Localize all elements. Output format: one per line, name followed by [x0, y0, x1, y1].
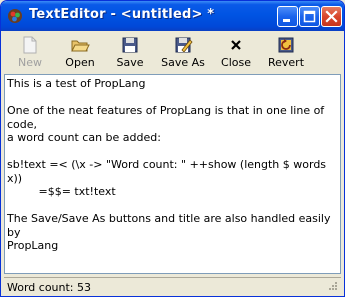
revert-button-label: Revert — [267, 56, 305, 69]
revert-button[interactable]: Revert — [261, 31, 311, 73]
close-button[interactable]: Close — [211, 31, 261, 73]
close-x-icon — [231, 40, 241, 50]
minimize-icon — [283, 19, 290, 22]
minimize-button[interactable] — [277, 6, 298, 27]
save-button[interactable]: Save — [105, 31, 155, 73]
save-as-button[interactable]: Save As — [155, 31, 211, 73]
text-editor-window: TextEditor - <untitled> * New Open Save … — [0, 0, 345, 297]
new-document-icon — [23, 36, 37, 54]
editor-line — [7, 199, 338, 213]
editor-line: PropLang — [7, 239, 59, 252]
open-button[interactable]: Open — [55, 31, 105, 73]
status-bar: Word count: 53 — [4, 277, 341, 295]
toolbar: New Open Save Save As Close Revert — [5, 31, 340, 73]
resize-grip-icon[interactable] — [326, 281, 338, 293]
editor-line: One of the neat features of PropLang is … — [7, 104, 328, 131]
title-bar[interactable]: TextEditor - <untitled> * — [1, 1, 344, 31]
save-as-button-label: Save As — [161, 56, 205, 69]
revert-icon — [278, 37, 294, 53]
new-button-label: New — [18, 56, 42, 69]
open-folder-icon — [71, 40, 90, 52]
editor-line: This is a test of PropLang — [7, 77, 146, 90]
floppy-disk-icon — [122, 37, 138, 53]
save-as-icon — [175, 37, 193, 53]
editor-line: sb!text =< (\x -> "Word count: " ++show … — [7, 158, 330, 185]
close-icon — [325, 10, 338, 23]
editor-line — [7, 91, 338, 105]
new-button[interactable]: New — [5, 31, 55, 73]
window-title: TextEditor - <untitled> * — [29, 7, 215, 22]
save-button-label: Save — [116, 56, 144, 69]
editor-line: =$$= txt!text — [7, 185, 116, 198]
close-button-label: Close — [221, 56, 251, 69]
open-button-label: Open — [65, 56, 95, 69]
app-icon — [8, 9, 22, 23]
editor-line: The Save/Save As buttons and title are a… — [7, 212, 334, 239]
word-count-status: Word count: 53 — [7, 281, 92, 294]
maximize-button[interactable] — [299, 6, 320, 27]
close-window-button[interactable] — [321, 6, 342, 27]
text-editor-area[interactable]: This is a test of PropLang One of the ne… — [4, 74, 341, 274]
editor-line: a word count can be added: — [7, 131, 161, 144]
maximize-icon — [303, 10, 316, 23]
editor-line — [7, 145, 338, 159]
